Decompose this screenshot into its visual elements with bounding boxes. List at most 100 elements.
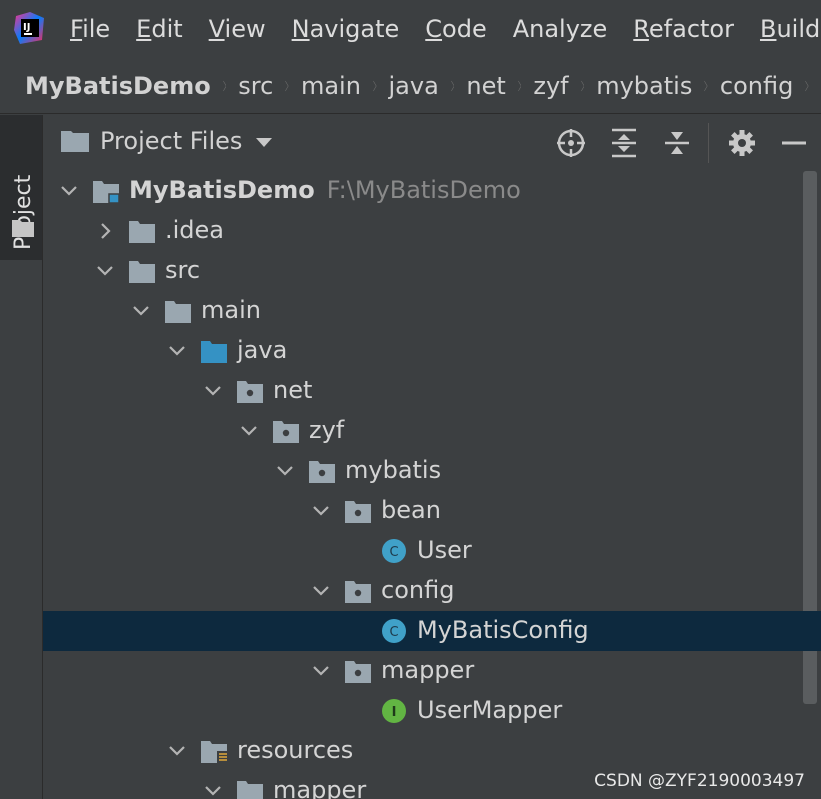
breadcrumb-separator-icon — [222, 80, 227, 91]
folder-icon — [129, 261, 155, 283]
breadcrumb-separator-icon — [704, 80, 708, 91]
project-tree: MyBatisDemo F:\MyBatisDemo .idea src main jav… — [43, 171, 821, 799]
chevron-down-icon[interactable] — [167, 341, 187, 361]
chevron-down-icon[interactable] — [311, 661, 331, 681]
tree-node-text: zyf — [309, 416, 345, 444]
menu-bar: IJ File Edit View Navigate Code Analyze Refact… — [0, 0, 821, 58]
breadcrumb-item[interactable]: MyBatisDemo — [25, 72, 211, 100]
menu-edit[interactable]: Edit — [136, 15, 182, 43]
breadcrumb-separator-icon — [517, 80, 522, 91]
tool-window-strip: Project — [0, 115, 43, 799]
package-icon — [345, 501, 371, 523]
project-tool-tab[interactable]: Project — [0, 115, 42, 260]
panel-title[interactable]: Project Files — [100, 127, 242, 155]
package-icon — [309, 461, 335, 483]
tree-node-resources[interactable]: resources — [43, 731, 803, 771]
module-folder-icon — [93, 181, 119, 203]
project-path-hint: F:\MyBatisDemo — [326, 176, 521, 204]
svg-text:IJ: IJ — [23, 22, 30, 33]
tree-node-user[interactable]: C User — [43, 531, 803, 571]
chevron-down-icon[interactable] — [275, 461, 295, 481]
tree-node-text: net — [273, 376, 313, 404]
gear-icon[interactable] — [726, 127, 758, 159]
menu-code[interactable]: Code — [425, 15, 486, 43]
minimize-icon[interactable] — [778, 127, 810, 159]
tree-node-text: resources — [237, 736, 354, 764]
menu-file[interactable]: File — [70, 15, 110, 43]
tree-node-label: mapper — [381, 656, 474, 684]
breadcrumb-item[interactable]: net — [466, 72, 505, 100]
tree-node-mybatis[interactable]: mybatis — [43, 451, 803, 491]
tree-node-label: .idea — [165, 216, 224, 244]
breadcrumb-item[interactable]: java — [389, 72, 439, 100]
chevron-down-icon[interactable] — [95, 261, 115, 281]
tree-node-src[interactable]: src — [43, 251, 803, 291]
tree-node-net[interactable]: net — [43, 371, 803, 411]
chevron-down-icon[interactable] — [59, 181, 79, 201]
tree-node-text: User — [417, 536, 472, 564]
tree-node-bean[interactable]: bean — [43, 491, 803, 531]
tree-node-label: zyf — [309, 416, 344, 444]
chevron-down-icon[interactable] — [239, 421, 259, 441]
project-panel-header: Project Files — [43, 115, 821, 172]
tree-node-label: config — [381, 576, 454, 604]
tree-node-text: java — [237, 336, 288, 364]
tree-node-text: bean — [381, 496, 441, 524]
tree-node-zyf[interactable]: zyf — [43, 411, 803, 451]
chevron-down-icon[interactable] — [255, 137, 273, 149]
source-folder-icon — [201, 341, 227, 363]
tree-node-text: .idea — [165, 216, 225, 244]
tree-node-mybatisconfig[interactable]: C MyBatisConfig — [43, 611, 821, 651]
chevron-down-icon[interactable] — [311, 501, 331, 521]
package-icon — [345, 581, 371, 603]
menu-navigate[interactable]: Navigate — [292, 15, 400, 43]
tree-node-idea[interactable]: .idea — [43, 211, 803, 251]
tree-node-label: net — [273, 376, 312, 404]
tree-node-mybatisdemo[interactable]: MyBatisDemo F:\MyBatisDemo — [43, 171, 803, 211]
breadcrumb-separator-icon — [450, 80, 455, 91]
breadcrumb-separator-icon — [285, 80, 289, 91]
tree-node-mapper[interactable]: mapper — [43, 651, 803, 691]
tree-node-label: MyBatisConfig — [417, 616, 589, 644]
tree-node-label: mapper — [273, 776, 366, 799]
tree-node-java[interactable]: java — [43, 331, 803, 371]
tree-node-main[interactable]: main — [43, 291, 803, 331]
breadcrumb-item[interactable]: mybatis — [596, 72, 692, 100]
chevron-down-icon[interactable] — [203, 381, 223, 401]
tree-node-config[interactable]: config — [43, 571, 803, 611]
locate-icon[interactable] — [555, 127, 587, 159]
breadcrumb-item[interactable]: src — [238, 72, 273, 100]
breadcrumb-item[interactable]: config — [720, 72, 793, 100]
folder-icon — [165, 301, 191, 323]
menu-build[interactable]: Build — [760, 15, 820, 43]
expand-all-icon[interactable] — [608, 127, 640, 159]
tree-node-label: MyBatisDemo F:\MyBatisDemo — [129, 176, 521, 204]
chevron-down-icon[interactable] — [203, 781, 223, 799]
folder-icon — [12, 220, 34, 237]
menu-refactor[interactable]: Refactor — [633, 15, 734, 43]
project-tab-label: Project — [11, 174, 36, 250]
breadcrumb-separator-icon — [805, 80, 809, 91]
svg-text:I: I — [392, 705, 397, 720]
watermark: CSDN @ZYF2190003497 — [594, 771, 805, 791]
package-icon — [273, 421, 299, 443]
breadcrumb-item[interactable]: zyf — [533, 72, 568, 100]
chevron-down-icon[interactable] — [131, 301, 151, 321]
menu-view[interactable]: View — [209, 15, 266, 43]
interface-icon: I — [382, 699, 406, 723]
chevron-right-icon[interactable] — [95, 221, 115, 241]
breadcrumb-item[interactable]: main — [301, 72, 361, 100]
tree-node-text: src — [165, 256, 201, 284]
menu-analyze[interactable]: Analyze — [513, 15, 608, 43]
chevron-down-icon[interactable] — [167, 741, 187, 761]
tree-node-text: MyBatisDemo — [129, 176, 315, 204]
resources-folder-icon — [201, 741, 227, 763]
tree-node-usermapper[interactable]: I UserMapper — [43, 691, 803, 731]
collapse-all-icon[interactable] — [661, 127, 693, 159]
chevron-down-icon[interactable] — [311, 581, 331, 601]
package-icon — [237, 381, 263, 403]
tree-node-label: User — [417, 536, 472, 564]
tree-node-text: MyBatisConfig — [417, 616, 589, 644]
breadcrumb-separator-icon — [373, 80, 377, 91]
tree-node-label: src — [165, 256, 200, 284]
